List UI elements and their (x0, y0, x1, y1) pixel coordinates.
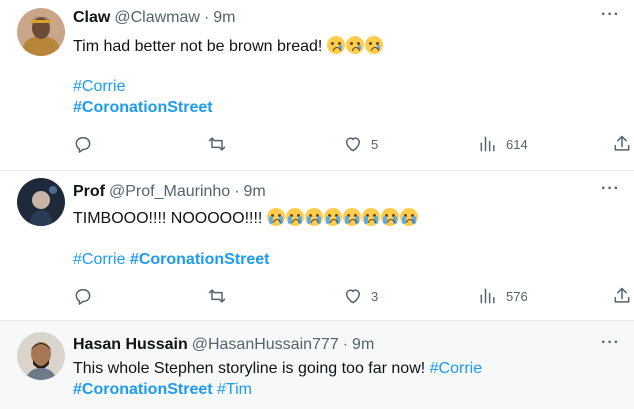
hashtag-link[interactable]: #Corrie (430, 360, 482, 377)
like-button[interactable]: 5 (343, 132, 378, 156)
more-icon[interactable]: ··· (601, 6, 620, 24)
retweet-button[interactable] (207, 132, 227, 156)
reply-button[interactable] (73, 132, 93, 156)
author-name[interactable]: Prof (73, 183, 105, 200)
separator-dot: · (203, 9, 210, 26)
share-button[interactable] (612, 284, 632, 308)
heart-icon (346, 137, 360, 152)
timestamp[interactable]: 9m (352, 336, 374, 353)
author-handle[interactable]: @Clawmaw (114, 9, 200, 26)
author-handle[interactable]: @Prof_Maurinho (109, 183, 230, 200)
heart-icon (346, 289, 360, 304)
hashtag-link[interactable]: #Corrie (73, 78, 125, 96)
tweet-body: TIMBOOO!!!! NOOOOO!!!! (73, 210, 263, 227)
like-button[interactable]: 3 (343, 284, 378, 308)
tweet-body: This whole Stephen storyline is going to… (73, 360, 426, 377)
loudly-crying-emoji-icon (266, 208, 419, 227)
reply-button[interactable] (73, 284, 93, 308)
reply-icon (75, 289, 91, 305)
more-icon[interactable]: ··· (601, 180, 620, 198)
hashtag-link[interactable]: #Corrie (73, 251, 125, 268)
retweet-icon (208, 289, 226, 303)
author-name[interactable]: Claw (73, 9, 110, 26)
like-count: 3 (371, 288, 379, 304)
retweet-icon (208, 137, 226, 151)
avatar[interactable] (17, 8, 65, 56)
tweet-text: This whole Stephen storyline is going to… (73, 360, 482, 378)
views-button[interactable]: 576 (478, 284, 528, 308)
tweet-text: Tim had better not be brown bread! (73, 36, 384, 56)
view-count: 576 (506, 288, 528, 304)
views-icon (480, 288, 495, 304)
avatar[interactable] (17, 332, 65, 380)
tweet[interactable]: Claw @Clawmaw · 9m ··· Tim had better not b… (0, 0, 634, 171)
retweet-button[interactable] (207, 284, 227, 308)
action-bar: 3 576 (0, 284, 634, 308)
hashtag-link[interactable]: #CoronationStreet (130, 251, 270, 268)
action-bar: 5 614 (0, 132, 634, 156)
views-button[interactable]: 614 (478, 132, 528, 156)
timestamp[interactable]: 9m (244, 183, 266, 200)
view-count: 614 (506, 136, 528, 152)
hashtag-link[interactable]: #CoronationStreet (73, 99, 213, 117)
separator-dot: · (342, 336, 349, 353)
share-icon (614, 287, 630, 303)
reply-icon (75, 137, 91, 153)
tweet-body: Tim had better not be brown bread! (73, 38, 323, 55)
author-handle[interactable]: @HasanHussain777 (192, 336, 339, 353)
author-name[interactable]: Hasan Hussain (73, 336, 188, 353)
views-icon (480, 136, 495, 152)
more-icon[interactable]: ··· (601, 334, 620, 352)
hashtag-link[interactable]: #Tim (217, 381, 252, 398)
hashtag-link[interactable]: #CoronationStreet (73, 381, 213, 398)
tweet-text: TIMBOOO!!!! NOOOOO!!!! (73, 208, 419, 228)
crying-emoji-icon (326, 36, 384, 55)
avatar[interactable] (17, 178, 65, 226)
timestamp[interactable]: 9m (213, 9, 235, 26)
share-icon (614, 135, 630, 151)
separator-dot: · (234, 183, 240, 200)
like-count: 5 (371, 136, 379, 152)
share-button[interactable] (612, 132, 632, 156)
